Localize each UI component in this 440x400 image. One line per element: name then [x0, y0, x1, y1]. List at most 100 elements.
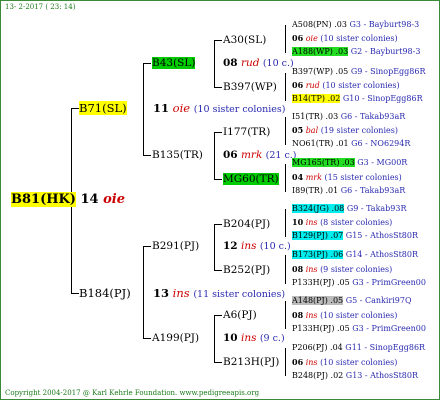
connector [143, 246, 151, 247]
g5-queen[interactable]: B173(PJ) .06 [292, 250, 344, 259]
g5-line: G13 - AthosSt80R [345, 371, 418, 380]
g4-name[interactable]: A30(SL) [223, 34, 266, 46]
connector-g4 [285, 348, 286, 376]
g5-queen[interactable]: P133H(PJ) .05 [292, 324, 350, 333]
g5-row[interactable]: I51(TR) .03 G6 - Takab93aR [292, 112, 405, 122]
g2-top-year: 11 [153, 101, 170, 115]
g5-row[interactable]: B129(PJ) .07 G15 - AthosSt80R [292, 231, 418, 241]
g2-bottom-name[interactable]: B184(PJ) [79, 286, 131, 300]
g5-row[interactable]: P133H(PJ) .05 G3 - PrimGreen00 [292, 324, 426, 334]
g5-line: G3 - Bayburt98-3 [349, 20, 420, 29]
g2-top[interactable]: B71(SL) [79, 101, 127, 115]
g5-row[interactable]: MG165(TR) .03 G3 - MG00R [292, 158, 407, 168]
g4-sisters: (10 c.) [259, 241, 291, 252]
g5-queen[interactable]: B324(JG) .08 [292, 204, 345, 213]
connector-g4 [285, 301, 286, 329]
g4-queen[interactable]: A30(SL) [223, 34, 266, 46]
g5-line: G3 - PrimGreen00 [352, 278, 426, 287]
g4-queen[interactable]: B252(PJ) [223, 264, 270, 276]
g4-info: 06 mrk (21 c.) [223, 149, 297, 162]
g5-line: G6 - Takab93aR [340, 112, 406, 121]
g3-queen[interactable]: B291(PJ) [152, 240, 199, 252]
connector [214, 270, 222, 271]
g5-row[interactable]: I89(TR) .01 G6 - Takab93aR [292, 186, 405, 196]
connector [71, 108, 79, 109]
g3-queen[interactable]: A199(PJ) [152, 332, 199, 344]
g5-row[interactable]: B173(PJ) .06 G14 - AthosSt80R [292, 250, 418, 260]
g2-top-info: 11 oie (10 sister colonies) [153, 102, 286, 116]
g4-queen[interactable]: B213H(PJ) [223, 356, 279, 368]
g5-queen[interactable]: A148(PJ) .05 [292, 296, 344, 305]
g5-row: 08 ins (9 sister colonies) [292, 264, 392, 275]
g3-name[interactable]: A199(PJ) [152, 332, 199, 344]
g5-queen[interactable]: A188(WP) .03 [292, 47, 349, 56]
g5-queen[interactable]: MG165(TR) .03 [292, 158, 355, 167]
g5-row[interactable]: NO61(TR) .01 G6 - NO6294R [292, 139, 410, 149]
g4-queen[interactable]: A6(PJ) [223, 309, 257, 321]
g5-queen[interactable]: P133H(PJ) .05 [292, 278, 350, 287]
g4-name[interactable]: B397(WP) [223, 81, 277, 93]
g3-queen[interactable]: B43(SL) [152, 57, 196, 69]
g4-info: 10 ins (9 c.) [223, 332, 285, 345]
g4-info: 12 ins (10 c.) [223, 240, 291, 253]
g5-breed: oie [305, 34, 318, 43]
pedigree-canvas: 13- 2-2017 ( 23: 14) B81(HK) 14 oie B71(… [0, 0, 440, 400]
connector [214, 179, 222, 180]
g4-queen[interactable]: B204(PJ) [223, 218, 270, 230]
g5-breed: ins [305, 218, 318, 227]
g5-queen[interactable]: NO61(TR) .01 [292, 139, 349, 148]
g4-name[interactable]: B213H(PJ) [223, 356, 279, 368]
g5-row[interactable]: A188(WP) .03 G2 - Bayburt98-3 [292, 47, 420, 57]
footer-link[interactable]: www.pedigreeapis.org [180, 389, 260, 397]
g4-sisters: (10 c.) [262, 58, 294, 69]
g2-top-breed: oie [172, 101, 191, 115]
root-queen[interactable]: B81(HK) 14 oie [11, 192, 125, 207]
g4-year: 10 [223, 332, 238, 344]
g5-queen[interactable]: I89(TR) .01 [292, 186, 338, 195]
g5-sisters: (8 sister colonies) [320, 218, 393, 227]
g2-bottom-sisters: (11 sister colonies) [193, 289, 286, 300]
g5-year: 08 [292, 264, 304, 274]
g3-queen[interactable]: B135(TR) [152, 149, 203, 161]
g5-queen[interactable]: P206(PJ) .04 [292, 343, 343, 352]
g5-row[interactable]: B248(PJ) .02 G13 - AthosSt80R [292, 371, 418, 381]
g4-name[interactable]: I177(TR) [223, 126, 270, 138]
g5-row[interactable]: A148(PJ) .05 G5 - Cankiri97Q [292, 296, 412, 306]
g5-line: G3 - PrimGreen00 [352, 324, 426, 333]
g4-queen[interactable]: MG60(TR) [223, 173, 279, 185]
g5-queen[interactable]: B14(TP) .02 [292, 94, 341, 103]
g4-queen[interactable]: I177(TR) [223, 126, 270, 138]
g4-name[interactable]: A6(PJ) [223, 309, 257, 321]
g2-bottom[interactable]: B184(PJ) [79, 287, 131, 300]
g5-row[interactable]: B14(TP) .02 G10 - SinopEgg86R [292, 94, 423, 104]
g5-row[interactable]: A508(PN) .03 G3 - Bayburt98-3 [292, 20, 419, 30]
g5-queen[interactable]: B248(PJ) .02 [292, 371, 343, 380]
g4-breed: rud [240, 57, 260, 69]
g3-name[interactable]: B43(SL) [152, 57, 196, 69]
g4-name[interactable]: B204(PJ) [223, 218, 270, 230]
g2-bottom-year: 13 [153, 286, 170, 300]
g5-queen[interactable]: B397(WP) .05 [292, 67, 348, 76]
g5-row[interactable]: B324(JG) .08 G9 - Takab93R [292, 204, 407, 214]
g4-name[interactable]: B252(PJ) [223, 264, 270, 276]
g5-row[interactable]: P206(PJ) .04 G11 - SinopEgg86R [292, 343, 425, 353]
g5-year: 05 [292, 125, 304, 135]
g5-queen[interactable]: B129(PJ) .07 [292, 231, 344, 240]
g3-name[interactable]: B135(TR) [152, 149, 203, 161]
g2-top-name[interactable]: B71(SL) [79, 101, 127, 115]
root-name[interactable]: B81(HK) [11, 192, 76, 207]
g2-bottom-info: 13 ins (11 sister colonies) [153, 287, 285, 301]
root-year: 14 [80, 192, 99, 207]
g5-row: 06 oie (10 sister colonies) [292, 33, 398, 44]
g4-year: 12 [223, 240, 238, 252]
g5-queen[interactable]: A508(PN) .03 [292, 20, 347, 29]
g4-name[interactable]: MG60(TR) [223, 173, 279, 185]
connector [143, 338, 151, 339]
g5-row[interactable]: P133H(PJ) .05 G3 - PrimGreen00 [292, 278, 426, 288]
g5-sisters: (9 sister colonies) [320, 265, 393, 274]
connector-g3 [214, 224, 215, 270]
g4-queen[interactable]: B397(WP) [223, 81, 277, 93]
g3-name[interactable]: B291(PJ) [152, 240, 199, 252]
g5-queen[interactable]: I51(TR) .03 [292, 112, 338, 121]
g5-row[interactable]: B397(WP) .05 G9 - SinopEgg86R [292, 67, 426, 77]
